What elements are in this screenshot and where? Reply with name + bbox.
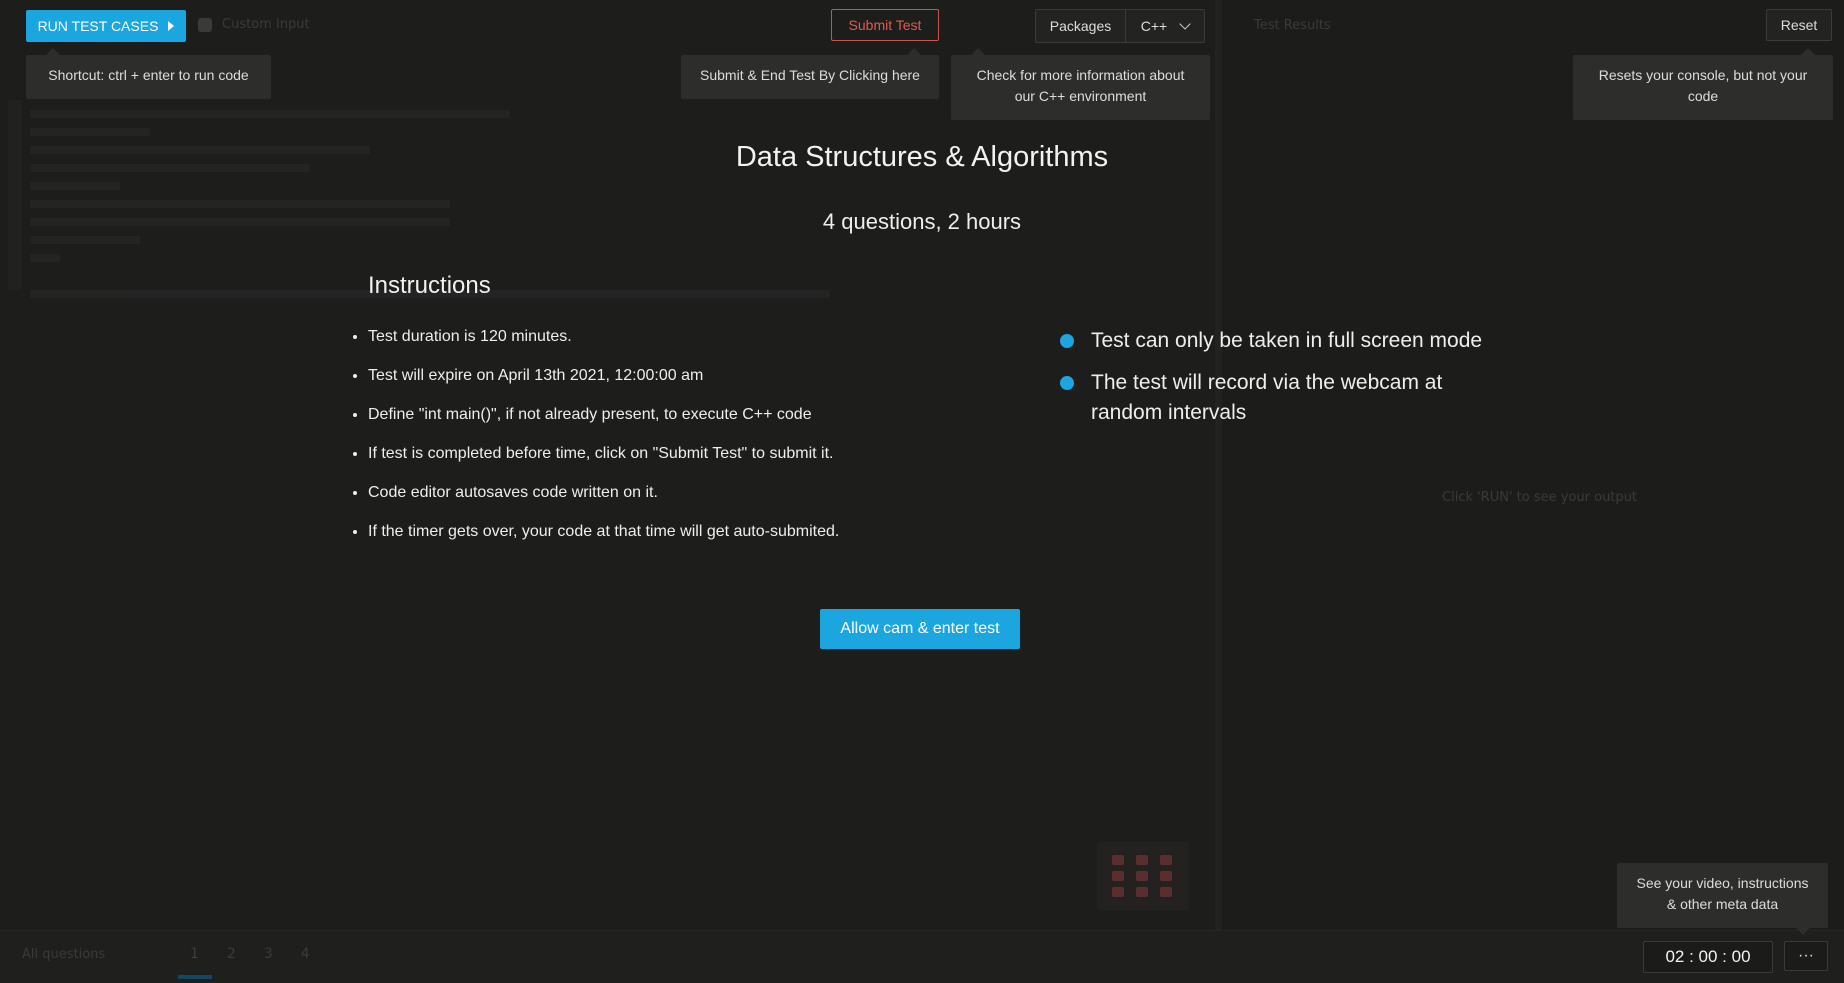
play-icon (168, 21, 175, 31)
line-number-gutter (8, 100, 22, 290)
instruction-item: Code editor autosaves code written on it… (368, 478, 839, 517)
countdown-timer: 02 : 00 : 00 (1643, 941, 1773, 973)
bullet-dot-icon (1060, 376, 1074, 390)
custom-input-checkbox[interactable] (198, 18, 212, 32)
instruction-item: If test is completed before time, click … (368, 439, 839, 478)
test-results-tab[interactable]: Test Results (1254, 18, 1331, 33)
note-item: The test will record via the webcam at r… (1060, 368, 1500, 428)
chevron-down-icon (1179, 18, 1191, 30)
question-3[interactable]: 3 (264, 946, 273, 962)
webcam-icon (1112, 855, 1124, 865)
environment-controls: Packages C++ (1035, 9, 1205, 43)
instruction-item: If the timer gets over, your code at tha… (368, 517, 839, 556)
question-1[interactable]: 1 (190, 946, 199, 962)
question-nav: 1 2 3 4 (190, 946, 310, 962)
results-pane: Test Results Click 'RUN' to see your out… (1222, 0, 1844, 930)
language-select[interactable]: C++ (1126, 10, 1204, 42)
webcam-icon (1160, 855, 1172, 865)
run-test-cases-button[interactable]: RUN TEST CASES (26, 10, 186, 42)
instruction-item: Test duration is 120 minutes. (368, 322, 839, 361)
instruction-item: Test will expire on April 13th 2021, 12:… (368, 361, 839, 400)
webcam-preview (1097, 842, 1189, 910)
page-title: Data Structures & Algorithms (735, 141, 1109, 173)
submit-tooltip: Submit & End Test By Clicking here (681, 48, 939, 99)
more-options-button[interactable]: ··· (1784, 941, 1828, 971)
instructions-list: Test duration is 120 minutes. Test will … (348, 322, 839, 556)
run-shortcut-tooltip: Shortcut: ctrl + enter to run code (26, 48, 271, 99)
submit-test-button[interactable]: Submit Test (831, 9, 939, 41)
note-text: Test can only be taken in full screen mo… (1091, 329, 1483, 352)
all-questions-label[interactable]: All questions (22, 947, 105, 962)
webcam-icon (1136, 887, 1148, 897)
custom-input-label: Custom Input (222, 17, 310, 32)
meta-data-tooltip: See your video, instructions & other met… (1617, 863, 1828, 935)
packages-button[interactable]: Packages (1036, 10, 1126, 42)
bullet-dot-icon (1060, 334, 1074, 348)
webcam-icon (1112, 871, 1124, 881)
reset-button[interactable]: Reset (1766, 9, 1832, 41)
results-hint: Click 'RUN' to see your output (1442, 490, 1637, 505)
webcam-icon (1112, 887, 1124, 897)
instructions-heading: Instructions (368, 272, 491, 299)
test-summary: 4 questions, 2 hours (822, 209, 1022, 234)
instruction-item: Define "int main()", if not already pres… (368, 400, 839, 439)
question-4[interactable]: 4 (301, 946, 310, 962)
note-text: The test will record via the webcam at r… (1091, 371, 1443, 424)
reset-tooltip: Resets your console, but not your code (1573, 48, 1833, 120)
packages-tooltip: Check for more information about our C++… (951, 48, 1210, 120)
test-notes: Test can only be taken in full screen mo… (1060, 326, 1500, 440)
webcam-icon (1136, 871, 1148, 881)
allow-cam-enter-test-button[interactable]: Allow cam & enter test (820, 609, 1020, 649)
webcam-icon (1136, 855, 1148, 865)
active-question-indicator (178, 975, 212, 979)
run-label: RUN TEST CASES (37, 18, 159, 34)
question-2[interactable]: 2 (227, 946, 236, 962)
pane-splitter[interactable] (1215, 0, 1222, 930)
language-value: C++ (1140, 18, 1168, 34)
webcam-icon (1160, 871, 1172, 881)
webcam-icon (1160, 887, 1172, 897)
note-item: Test can only be taken in full screen mo… (1060, 326, 1500, 356)
